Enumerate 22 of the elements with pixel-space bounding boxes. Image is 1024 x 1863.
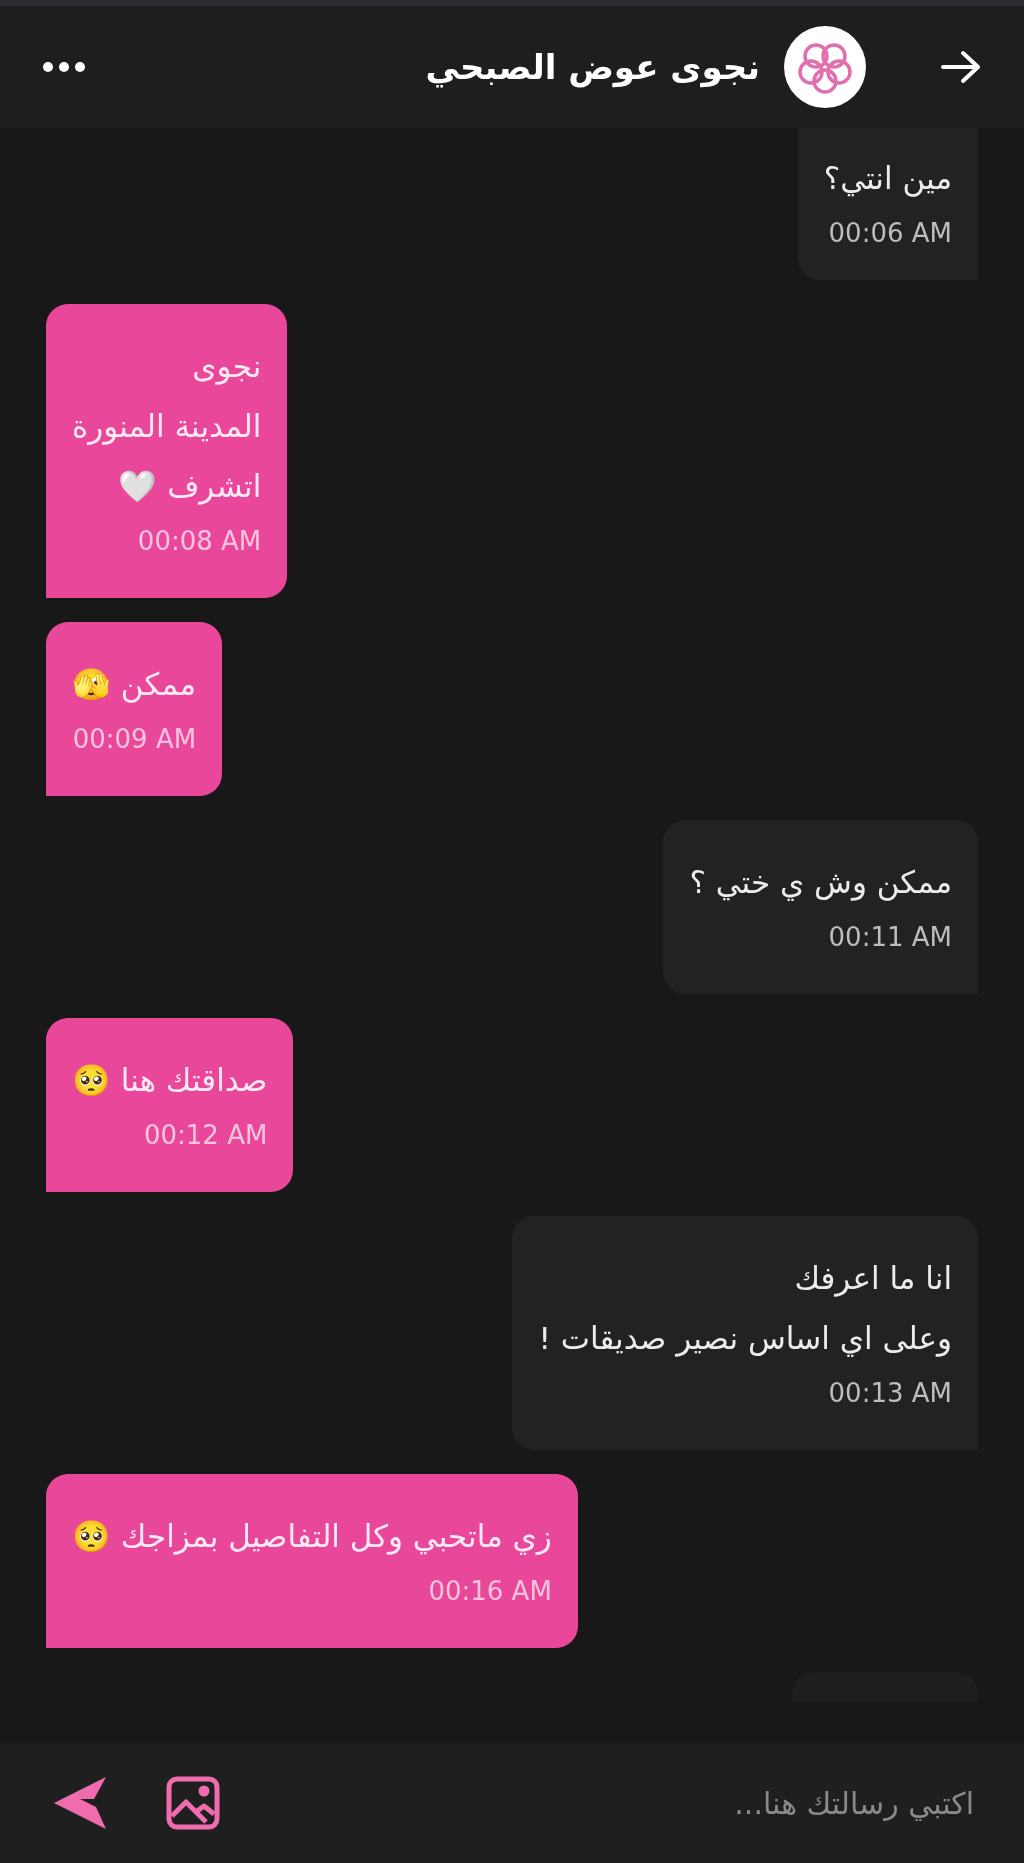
more-icon[interactable] bbox=[42, 61, 86, 73]
message-time: 00:11 AM bbox=[828, 921, 952, 954]
message-text: مين انتي؟ bbox=[823, 159, 952, 199]
message-text: اتشرف 🤍 bbox=[118, 467, 262, 507]
message-text: المدينة المنورة bbox=[72, 407, 262, 447]
image-icon[interactable] bbox=[166, 1776, 220, 1830]
message-text: ممكن وش ي ختي ؟ bbox=[689, 863, 952, 903]
message-text: وعلى اي اساس نصير صديقات ! bbox=[538, 1319, 952, 1359]
message-text: نجوى bbox=[192, 347, 262, 387]
message-text: ممكن 🫣 bbox=[72, 665, 197, 705]
forward-arrow-icon[interactable] bbox=[940, 49, 982, 85]
message-text: انا ما اعرفك bbox=[794, 1259, 952, 1299]
message-time: 00:16 AM bbox=[428, 1575, 552, 1608]
composer-bar[interactable]: اكتبي رسالتك هنا... bbox=[0, 1743, 1024, 1863]
message-time: 00:06 AM bbox=[828, 217, 952, 250]
message-time: 00:12 AM bbox=[143, 1119, 268, 1152]
message-time: 00:13 AM bbox=[828, 1377, 952, 1410]
message-text: صداقتك هنا 🥺 bbox=[72, 1061, 268, 1100]
message-time: 00:08 AM bbox=[137, 525, 262, 558]
message-time: 00:09 AM bbox=[72, 723, 197, 756]
message-text: زي ماتحبي وكل التفاصيل بمزاجك 🥺 bbox=[72, 1517, 552, 1557]
contact-name: نجوى عوض الصبحي bbox=[425, 45, 760, 90]
